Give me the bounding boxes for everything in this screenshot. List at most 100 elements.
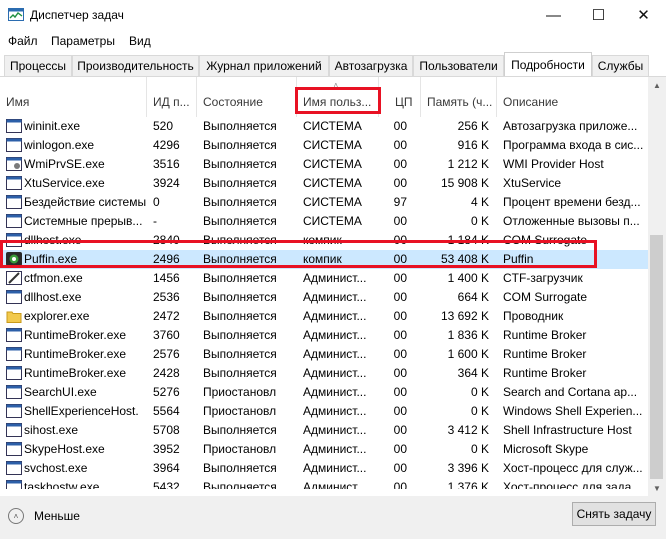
scrollbar-thumb[interactable] <box>650 235 663 479</box>
tab-app-history[interactable]: Журнал приложений <box>199 55 329 76</box>
scroll-up-arrow-icon[interactable]: ▲ <box>648 77 666 94</box>
table-row[interactable]: ctfmon.exe 1456 Выполняется Админист... 00 1 … <box>0 269 648 288</box>
cell-pid: 3516 <box>153 157 180 171</box>
window-icon <box>6 214 22 228</box>
chevron-up-icon: ˄ <box>8 508 24 524</box>
window-icon <box>6 385 22 399</box>
cell-pid: 3924 <box>153 176 180 190</box>
cell-user: Админист... <box>303 366 367 380</box>
cell-desc: Runtime Broker <box>503 347 587 361</box>
table-row[interactable]: svchost.exe 3964 Выполняется Админист... 00 3… <box>0 459 648 478</box>
cell-status: Выполняется <box>203 176 277 190</box>
cell-user: Админист... <box>303 290 367 304</box>
tab-performance[interactable]: Производительность <box>72 55 199 76</box>
table-row[interactable]: dllhost.exe 2536 Выполняется Админист... 00 6… <box>0 288 648 307</box>
menu-options[interactable]: Параметры <box>51 34 115 48</box>
cell-user: СИСТЕМА <box>303 119 362 133</box>
cell-desc: Хост-процесс для зада... <box>503 480 642 489</box>
maximize-button[interactable]: ☐ <box>576 0 621 30</box>
close-button[interactable]: ✕ <box>621 0 666 30</box>
cell-mem: 664 K <box>457 290 489 304</box>
table-row[interactable]: winlogon.exe 4296 Выполняется СИСТЕМА 00 916 … <box>0 136 648 155</box>
cell-name: WmiPrvSE.exe <box>24 157 105 171</box>
table-row[interactable]: explorer.exe 2472 Выполняется Админист... 00… <box>0 307 648 326</box>
cell-pid: 3760 <box>153 328 180 342</box>
cell-desc: WMI Provider Host <box>503 157 604 171</box>
cell-pid: 3952 <box>153 442 180 456</box>
cell-pid: 2472 <box>153 309 180 323</box>
cell-mem: 0 K <box>470 214 489 228</box>
cell-desc: Хост-процесс для служ... <box>503 461 643 475</box>
minimize-button[interactable]: — <box>531 0 576 30</box>
column-header-cpu[interactable]: ЦП <box>379 77 421 117</box>
cell-pid: 5432 <box>153 480 180 489</box>
column-header-label: ИД п... <box>153 95 190 109</box>
cell-name: ctfmon.exe <box>24 271 83 285</box>
table-row[interactable]: RuntimeBroker.exe 2428 Выполняется Админист… <box>0 364 648 383</box>
column-header-name[interactable]: Имя <box>0 77 147 117</box>
vertical-scrollbar[interactable]: ▲ ▼ <box>648 77 666 497</box>
window-icon <box>6 119 22 133</box>
cell-cpu: 00 <box>393 138 407 152</box>
table-row[interactable]: Бездействие системы 0 Выполняется СИСТЕМА 97… <box>0 193 648 212</box>
cell-status: Выполняется <box>203 157 277 171</box>
cell-user: Админист... <box>303 404 367 418</box>
column-header-status[interactable]: Состояние <box>197 77 297 117</box>
tab-startup[interactable]: Автозагрузка <box>329 55 413 76</box>
wmi-icon <box>6 157 22 171</box>
table-row[interactable]: SearchUI.exe 5276 Приостановл Админист... 00… <box>0 383 648 402</box>
cell-user: Админист... <box>303 328 367 342</box>
folder-icon <box>6 309 22 323</box>
cell-mem: 1 600 K <box>447 347 489 361</box>
end-task-button[interactable]: Снять задачу <box>572 502 656 526</box>
tab-services[interactable]: Службы <box>592 55 649 76</box>
menu-bar: Файл Параметры Вид <box>0 30 666 52</box>
cell-user: Админист... <box>303 480 367 489</box>
scroll-down-arrow-icon[interactable]: ▼ <box>648 480 666 497</box>
menu-view[interactable]: Вид <box>129 34 151 48</box>
cell-status: Выполняется <box>203 290 277 304</box>
column-header-description[interactable]: Описание <box>497 77 648 117</box>
cell-user: Админист... <box>303 385 367 399</box>
cell-cpu: 00 <box>393 423 407 437</box>
window-icon <box>6 176 22 190</box>
tab-processes[interactable]: Процессы <box>4 55 72 76</box>
cell-name: ShellExperienceHost. <box>24 404 139 418</box>
cell-cpu: 00 <box>393 290 407 304</box>
column-header-label: ЦП <box>395 95 413 109</box>
table-row[interactable]: WmiPrvSE.exe 3516 Выполняется СИСТЕМА 00 1 21… <box>0 155 648 174</box>
fewer-details-button[interactable]: ˄ Меньше <box>8 504 80 528</box>
cell-status: Выполняется <box>203 138 277 152</box>
cell-desc: XtuService <box>503 176 562 190</box>
menu-file[interactable]: Файл <box>8 34 38 48</box>
cell-pid: 1456 <box>153 271 180 285</box>
cell-pid: 2576 <box>153 347 180 361</box>
cell-desc: Программа входа в сис... <box>503 138 643 152</box>
cell-cpu: 00 <box>393 385 407 399</box>
cell-name: Системные прерыв... <box>24 214 143 228</box>
table-row[interactable]: Системные прерыв... - Выполняется СИСТЕМА 00… <box>0 212 648 231</box>
tab-users[interactable]: Пользователи <box>413 55 504 76</box>
cell-cpu: 97 <box>393 195 407 209</box>
cell-pid: 3964 <box>153 461 180 475</box>
column-header-pid[interactable]: ИД п... <box>147 77 197 117</box>
column-header-memory[interactable]: Память (ч... <box>421 77 497 117</box>
cell-mem: 256 K <box>457 119 489 133</box>
window-icon <box>6 404 22 418</box>
table-row[interactable]: ShellExperienceHost. 5564 Приостановл Админ… <box>0 402 648 421</box>
tab-details[interactable]: Подробности <box>504 52 592 77</box>
cell-name: RuntimeBroker.exe <box>24 347 127 361</box>
cell-pid: 5708 <box>153 423 180 437</box>
table-row[interactable]: sihost.exe 5708 Выполняется Админист... 00 3 … <box>0 421 648 440</box>
cell-user: Админист... <box>303 461 367 475</box>
table-row[interactable]: SkypeHost.exe 3952 Приостановл Админист... 0… <box>0 440 648 459</box>
cell-user: СИСТЕМА <box>303 176 362 190</box>
cell-name: RuntimeBroker.exe <box>24 366 127 380</box>
table-row[interactable]: XtuService.exe 3924 Выполняется СИСТЕМА 00 15… <box>0 174 648 193</box>
process-list: wininit.exe 520 Выполняется СИСТЕМА 00 256 K А… <box>0 117 648 489</box>
table-row[interactable]: wininit.exe 520 Выполняется СИСТЕМА 00 256 K А… <box>0 117 648 136</box>
table-row[interactable]: RuntimeBroker.exe 2576 Выполняется Админист… <box>0 345 648 364</box>
table-row[interactable]: taskhostw.exe 5432 Выполняется Админист... 0… <box>0 478 648 489</box>
cell-status: Выполняется <box>203 480 277 489</box>
table-row[interactable]: RuntimeBroker.exe 3760 Выполняется Админист… <box>0 326 648 345</box>
